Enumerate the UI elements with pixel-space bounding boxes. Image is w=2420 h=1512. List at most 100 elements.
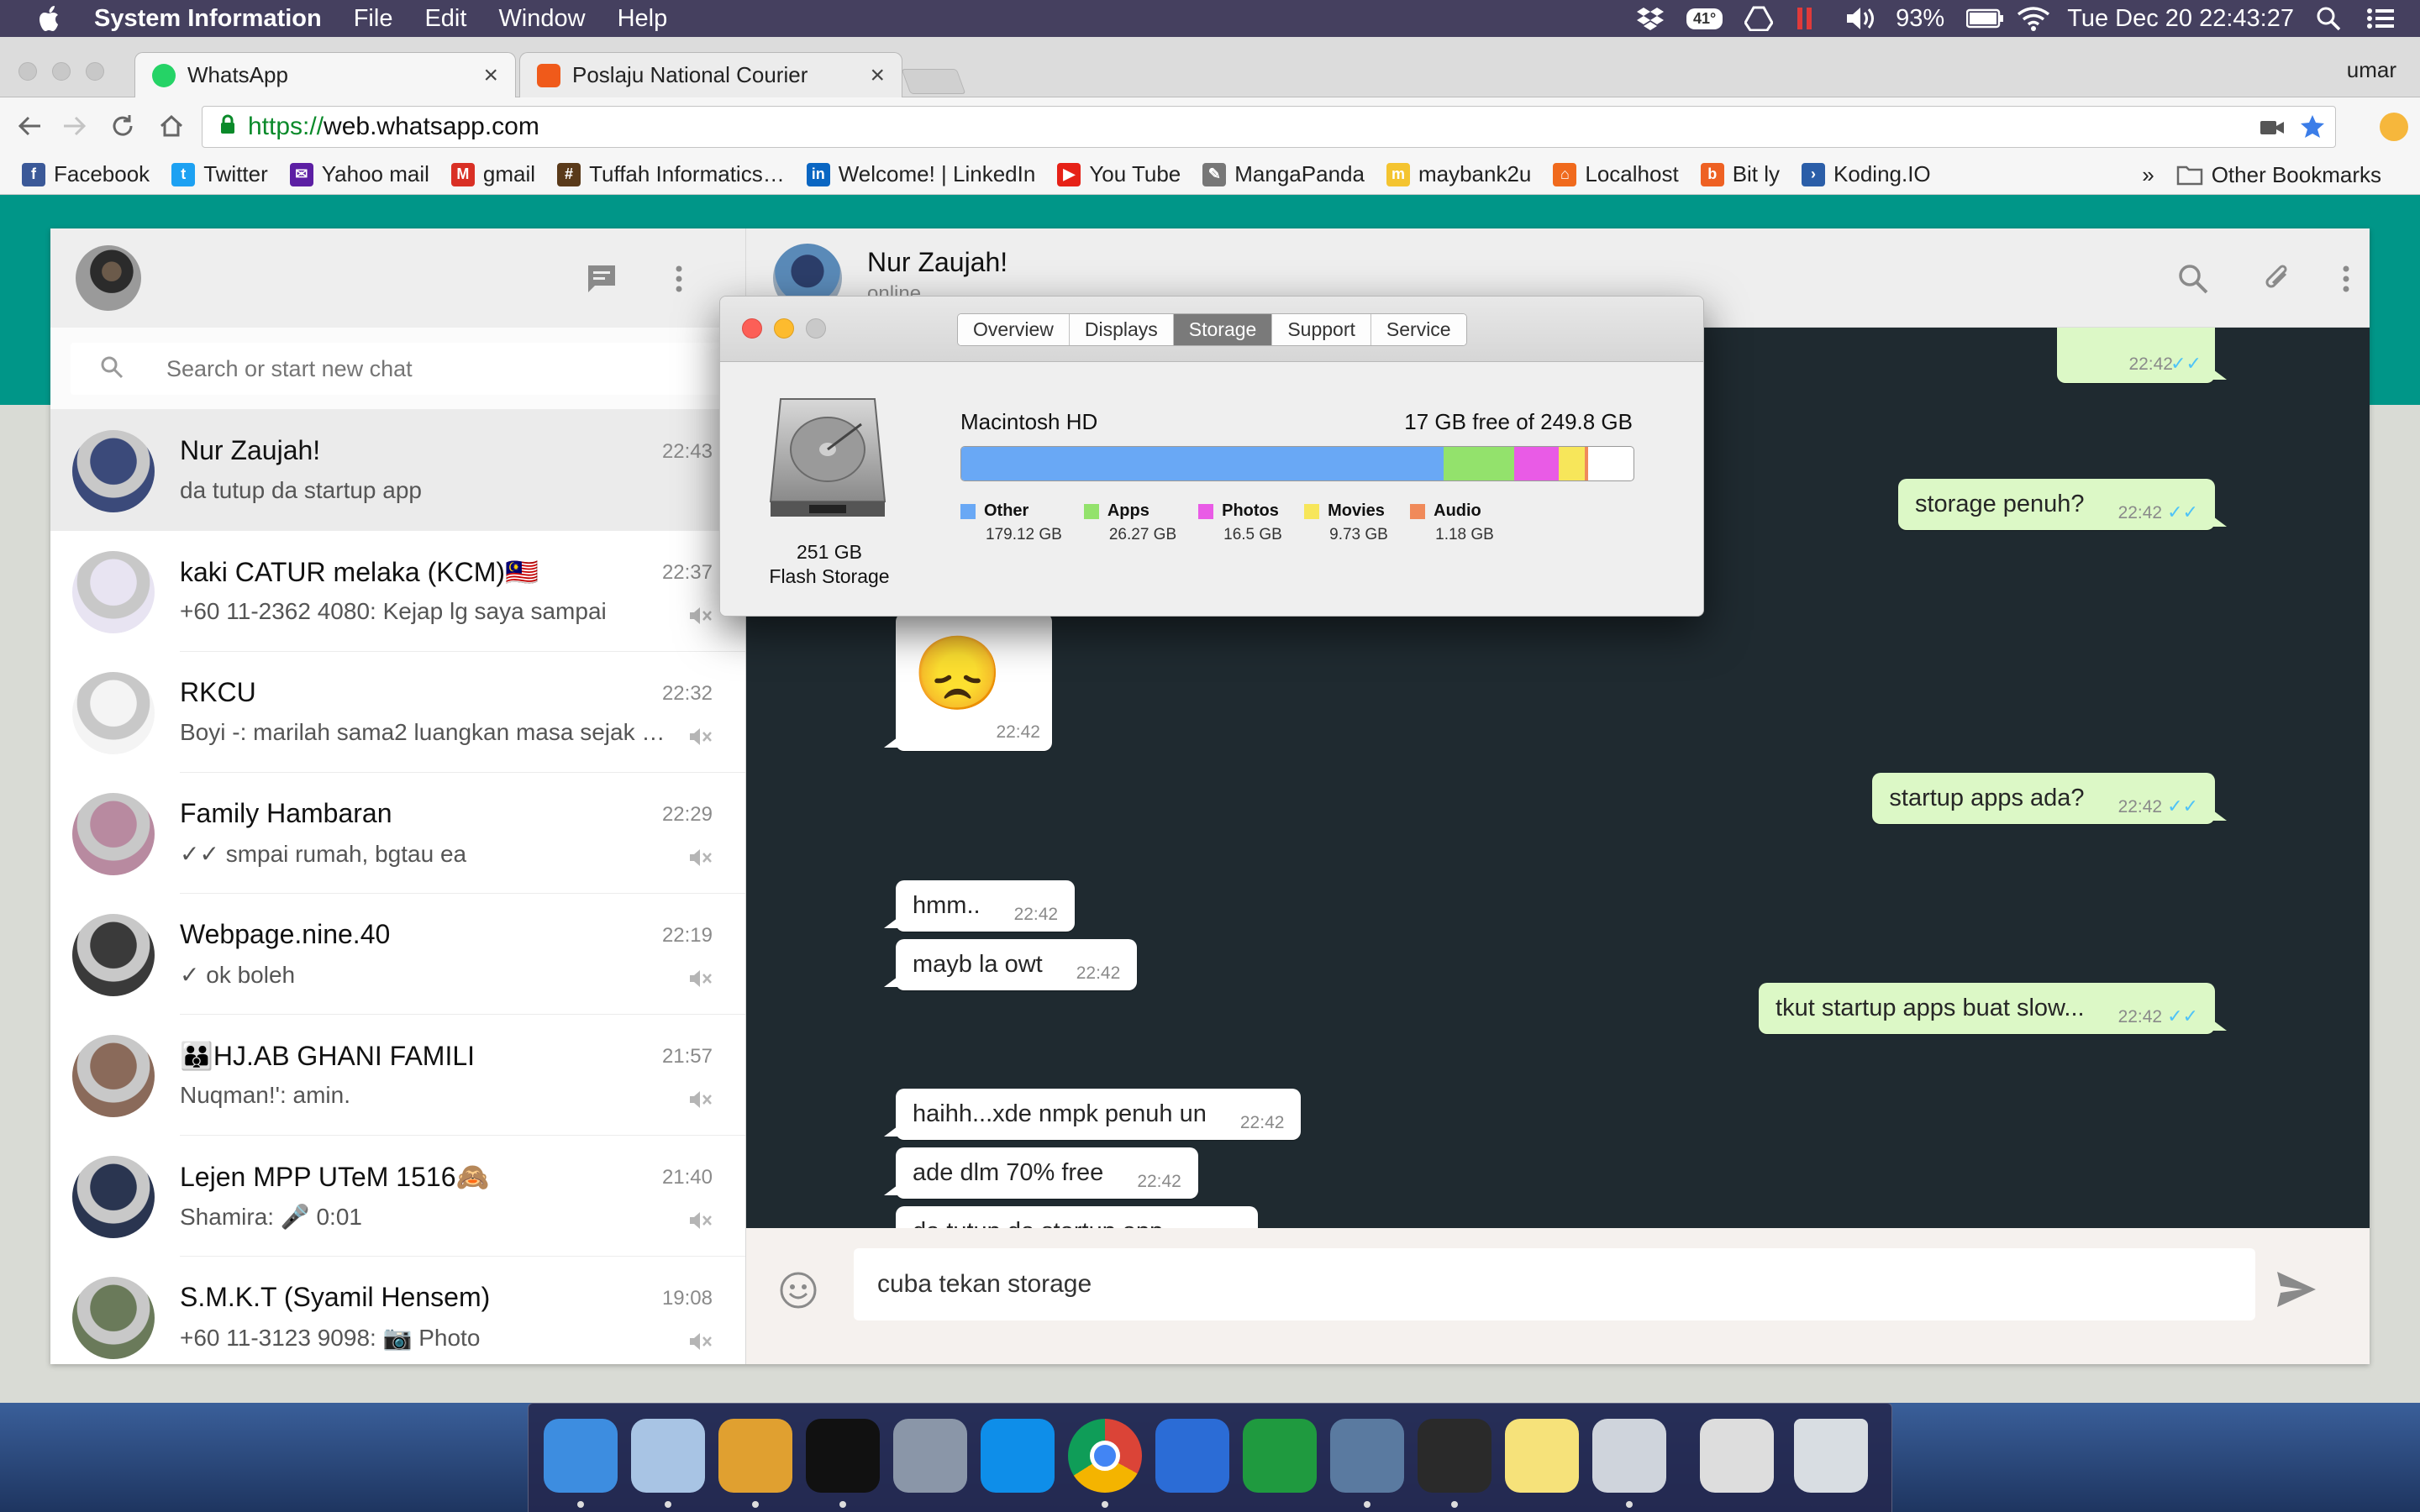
dock-terminal-icon[interactable] — [806, 1419, 880, 1493]
forward-button[interactable] — [55, 108, 92, 144]
bookmark-item[interactable]: f Facebook — [22, 161, 150, 187]
storage-usage-bar[interactable] — [960, 446, 1634, 481]
outgoing-message[interactable]: startup apps ada? 22:42 ✓✓ — [1872, 773, 2227, 824]
dock-finder-icon[interactable] — [544, 1419, 618, 1493]
wifi-icon[interactable] — [2017, 6, 2050, 31]
storage-segment-apps[interactable] — [1443, 447, 1514, 480]
chat-list-item[interactable]: Webpage.nine.40 22:19 ✓ ok boleh — [50, 894, 745, 1015]
profile-name[interactable]: umar — [2347, 57, 2396, 83]
dock-downloads-stack-icon[interactable] — [1700, 1419, 1774, 1493]
new-tab-button[interactable] — [901, 69, 966, 94]
chat-list-item[interactable]: RKCU 22:32 Boyi -: marilah sama2 luangkan … — [50, 652, 745, 773]
dock-chrome-icon[interactable] — [1068, 1419, 1142, 1493]
send-icon[interactable] — [2274, 1267, 2319, 1316]
tab-close-icon[interactable]: × — [483, 61, 498, 90]
bookmark-item[interactable]: # Tuffah Informatics… — [557, 161, 785, 187]
incoming-message[interactable]: haihh...xde nmpk penuh un 22:42 — [883, 1089, 1302, 1140]
parallels-icon[interactable] — [1795, 6, 1823, 31]
storage-segment-audio[interactable] — [1584, 447, 1588, 480]
bookmark-item[interactable]: Mgmail — [450, 161, 535, 187]
storage-segment-photos[interactable] — [1513, 447, 1559, 480]
battery-percent[interactable]: 93% — [1896, 5, 1944, 33]
bookmark-item[interactable]: ⌂ Localhost — [1553, 161, 1679, 187]
sysinfo-tab-displays[interactable]: Displays — [1069, 314, 1174, 345]
storage-segment-other[interactable] — [961, 447, 1444, 480]
sysinfo-zoom-button[interactable] — [806, 318, 826, 339]
tab-close-icon[interactable]: × — [870, 61, 885, 90]
temperature-badge[interactable]: 41° — [1686, 8, 1723, 29]
chat-list-item[interactable]: S.M.K.T (Syamil Hensem) 19:08 +60 11-3123 … — [50, 1257, 745, 1364]
outgoing-message[interactable]: tkut startup apps buat slow... 22:42 ✓✓ — [1759, 983, 2227, 1034]
volume-icon[interactable] — [1845, 6, 1875, 31]
emoji-icon[interactable] — [778, 1270, 818, 1315]
dock-system-information-icon[interactable] — [1330, 1419, 1404, 1493]
menu-edit[interactable]: Edit — [424, 5, 466, 33]
window-close-button[interactable] — [18, 62, 37, 81]
notification-center-icon[interactable] — [2366, 6, 2395, 31]
bookmark-item[interactable]: ✉ Yahoo mail — [289, 161, 429, 187]
secure-lock-icon[interactable] — [219, 114, 236, 140]
address-bar[interactable]: https:// web.whatsapp.com — [202, 106, 2336, 148]
bookmark-item[interactable]: b Bit ly — [1700, 161, 1780, 187]
menu-window[interactable]: Window — [498, 5, 585, 33]
bookmarks-overflow-chevron[interactable]: » — [2142, 162, 2154, 188]
sysinfo-tab-support[interactable]: Support — [1272, 314, 1371, 345]
dock-cube-app-icon[interactable] — [631, 1419, 705, 1493]
sysinfo-minimize-button[interactable] — [774, 318, 794, 339]
spotlight-search-icon[interactable] — [2316, 6, 2344, 31]
incoming-message[interactable]: da tutup da startup app22:43 — [896, 1206, 1258, 1228]
extension-icon[interactable] — [2380, 113, 2408, 141]
bookmark-item[interactable]: m maybank2u — [1386, 161, 1531, 187]
window-zoom-button[interactable] — [86, 62, 104, 81]
outgoing-message[interactable]: storage penuh? 22:42 ✓✓ — [1898, 479, 2227, 530]
battery-icon[interactable] — [1965, 6, 2004, 31]
search-messages-icon[interactable] — [2176, 262, 2210, 296]
incoming-message[interactable]: 😞 22:42 — [884, 613, 1052, 751]
menu-clock[interactable]: Tue Dec 20 22:43:27 — [2067, 5, 2294, 33]
chat-search-input[interactable] — [166, 355, 671, 382]
sysinfo-tab-storage[interactable]: Storage — [1173, 314, 1273, 345]
storage-segment-movies[interactable] — [1558, 447, 1585, 480]
sysinfo-close-button[interactable] — [742, 318, 762, 339]
menu-help[interactable]: Help — [618, 5, 668, 33]
dock-notes-icon[interactable] — [1505, 1419, 1579, 1493]
outgoing-message[interactable]: 22:42 ✓✓ — [2057, 328, 2227, 383]
chat-list-item[interactable]: 👪HJ.AB GHANI FAMILI 21:57 Nuqman!': amin. — [50, 1015, 745, 1136]
dock-excel-icon[interactable] — [1243, 1419, 1317, 1493]
incoming-message[interactable]: hmm.. 22:42 — [883, 880, 1076, 932]
sidebar-menu-icon[interactable] — [662, 262, 696, 296]
sysinfo-tab-service[interactable]: Service — [1370, 314, 1466, 345]
bookmark-item[interactable]: t Twitter — [171, 161, 268, 187]
dock-teamviewer-icon[interactable] — [981, 1419, 1055, 1493]
dock-trash-icon[interactable] — [1794, 1419, 1868, 1493]
chat-list-item[interactable]: Lejen MPP UTeM 1516🙈 21:40 Shamira: 🎤 0:01 — [50, 1136, 745, 1257]
dock-activity-monitor-icon[interactable] — [1418, 1419, 1491, 1493]
tab-whatsapp[interactable]: WhatsApp × — [134, 52, 516, 97]
dock-database-app-icon[interactable] — [718, 1419, 792, 1493]
menu-file[interactable]: File — [354, 5, 393, 33]
dock-word-icon[interactable] — [1155, 1419, 1229, 1493]
dock-instruments-icon[interactable] — [1592, 1419, 1666, 1493]
new-chat-icon[interactable] — [585, 262, 618, 296]
camera-blocked-icon[interactable] — [2260, 115, 2285, 144]
incoming-message[interactable]: mayb la owt 22:42 — [883, 939, 1138, 990]
reload-button[interactable] — [104, 108, 141, 144]
message-input[interactable] — [854, 1248, 2255, 1320]
other-bookmarks-folder[interactable]: Other Bookmarks — [2176, 162, 2381, 188]
dock-system-preferences-icon[interactable] — [893, 1419, 967, 1493]
attach-paperclip-icon[interactable] — [2260, 262, 2294, 296]
chat-list-item[interactable]: kaki CATUR melaka (KCM)🇲🇾 22:37 +60 11-236… — [50, 531, 745, 652]
bookmark-item[interactable]: ▶ You Tube — [1057, 161, 1181, 187]
home-button[interactable] — [153, 108, 190, 144]
chat-list-item[interactable]: Nur Zaujah! 22:43 da tutup da startup app — [50, 410, 745, 531]
back-button[interactable] — [12, 108, 49, 144]
bookmark-star-icon[interactable] — [2300, 113, 2325, 145]
incoming-message[interactable]: ade dlm 70% free 22:42 — [884, 1147, 1198, 1199]
bookmark-item[interactable]: ✎ MangaPanda — [1202, 161, 1365, 187]
conversation-menu-icon[interactable] — [2329, 262, 2363, 296]
bookmark-item[interactable]: in Welcome! | LinkedIn — [806, 161, 1035, 187]
sysinfo-tab-overview[interactable]: Overview — [958, 314, 1070, 345]
tab-poslaju[interactable]: Poslaju National Courier × — [519, 52, 902, 97]
chat-list-item[interactable]: Family Hambaran 22:29 ✓✓ smpai rumah, bgta… — [50, 773, 745, 894]
bookmark-item[interactable]: › Koding.IO — [1802, 161, 1931, 187]
